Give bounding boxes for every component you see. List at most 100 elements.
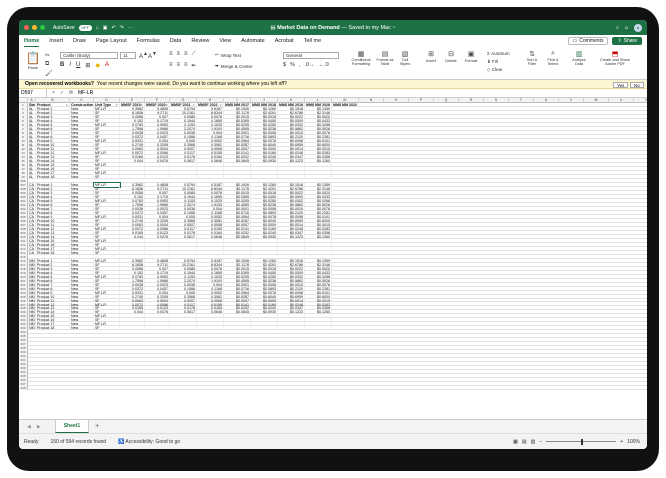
page-layout-icon[interactable]: ▤ bbox=[522, 439, 527, 445]
format-cells-button[interactable]: ▣ Format bbox=[463, 50, 479, 63]
increase-font-icon[interactable]: A▲ bbox=[139, 51, 148, 60]
format-as-table-button[interactable]: ▤ Format as Table bbox=[375, 50, 395, 66]
percent-icon[interactable]: % bbox=[290, 62, 295, 68]
tab-formulas[interactable]: Formulas bbox=[137, 35, 160, 47]
borders-icon[interactable]: ⊞ bbox=[85, 62, 90, 69]
analyze-data-button[interactable]: ▥ Analyze Data bbox=[569, 50, 589, 66]
share-label: Share bbox=[623, 38, 637, 44]
insert-cells-button[interactable]: ⊞ Insert bbox=[423, 50, 439, 63]
conditional-formatting-button[interactable]: ▦ Conditional Formatting bbox=[349, 50, 373, 66]
sheet-nav-arrows[interactable]: ◀▶ bbox=[27, 424, 47, 430]
avatar[interactable]: ● bbox=[634, 23, 642, 32]
zoom-slider[interactable] bbox=[546, 438, 617, 445]
ribbon-home: 📋 Paste ✂ ⧉ 🖌 Calibri (Body) 11 A▲ A▼ B … bbox=[19, 47, 647, 80]
tab-page-layout[interactable]: Page Layout bbox=[96, 35, 127, 47]
zoom-out-icon[interactable]: − bbox=[539, 439, 542, 445]
add-sheet-button[interactable]: + bbox=[95, 423, 99, 430]
comments-button[interactable]: ▭ Comments bbox=[567, 37, 609, 45]
cut-icon[interactable]: ✂ bbox=[45, 52, 50, 59]
normal-view-icon[interactable]: ▦ bbox=[513, 439, 518, 445]
redo-icon[interactable]: ↷ bbox=[120, 25, 124, 31]
align-right-icon[interactable]: ≡ bbox=[184, 62, 188, 69]
align-middle-icon[interactable]: ≡ bbox=[177, 51, 181, 58]
row-header[interactable]: 648 bbox=[19, 386, 28, 390]
tab-acrobat[interactable]: Acrobat bbox=[275, 35, 294, 47]
comma-icon[interactable]: , bbox=[299, 62, 301, 68]
align-top-icon[interactable]: ≡ bbox=[169, 51, 173, 58]
align-bottom-icon[interactable]: ≡ bbox=[184, 51, 188, 58]
copy-icon[interactable]: ⧉ bbox=[45, 61, 49, 68]
paste-button[interactable]: 📋 Paste bbox=[25, 51, 41, 70]
save-icon[interactable]: ▣ bbox=[103, 25, 108, 31]
search-icon[interactable]: ⌕ bbox=[616, 25, 619, 31]
underline-icon[interactable]: U bbox=[76, 62, 80, 69]
table-row: 648 bbox=[19, 386, 647, 390]
zoom-window-button[interactable] bbox=[40, 25, 45, 30]
zoom-slider-knob[interactable] bbox=[581, 438, 583, 445]
decrease-font-icon[interactable]: A▼ bbox=[148, 51, 157, 60]
tab-draw[interactable]: Draw bbox=[73, 35, 86, 47]
cell-styles-button[interactable]: ▧ Cell Styles bbox=[397, 50, 413, 66]
page-break-icon[interactable]: ▥ bbox=[531, 439, 536, 445]
share-button[interactable]: ⇪ Share bbox=[612, 37, 642, 45]
tab-review[interactable]: Review bbox=[191, 35, 209, 47]
tab-home[interactable]: Home bbox=[24, 35, 40, 47]
minimize-window-button[interactable] bbox=[32, 25, 37, 30]
name-box[interactable]: D597 bbox=[19, 88, 47, 98]
formula-input[interactable]: MF-LR bbox=[78, 90, 93, 96]
fill-button[interactable]: ⬇ Fill bbox=[487, 58, 510, 66]
find-select-button[interactable]: ⌕ Find & Select bbox=[544, 50, 562, 66]
wrap-text-button[interactable]: ↩ Wrap Text bbox=[215, 52, 241, 58]
indent-icon[interactable]: ⇤ bbox=[192, 62, 197, 69]
autosum-button[interactable]: Σ AutoSum bbox=[487, 50, 510, 58]
fill-icon: ⬇ bbox=[487, 59, 491, 64]
autosave-toggle[interactable]: OFF bbox=[78, 24, 92, 31]
tab-insert[interactable]: Insert bbox=[49, 35, 63, 47]
merge-center-button[interactable]: ⬌ Merge & Center bbox=[215, 63, 253, 69]
clear-button[interactable]: ◇ Clear bbox=[487, 66, 510, 74]
tab-tell-me[interactable]: Tell me bbox=[304, 35, 321, 47]
infobar-no-button[interactable]: No bbox=[630, 81, 644, 88]
sort-filter-button[interactable]: ⇅ Sort & Filter bbox=[523, 50, 541, 66]
fill-color-icon[interactable]: ◆ bbox=[95, 62, 100, 69]
sort-filter-icon: ⇅ bbox=[529, 51, 535, 58]
tab-data[interactable]: Data bbox=[170, 35, 182, 47]
font-name-select[interactable]: Calibri (Body) bbox=[60, 52, 118, 59]
italic-icon[interactable]: I bbox=[69, 62, 71, 69]
zoom-in-icon[interactable]: + bbox=[620, 439, 623, 445]
home-icon[interactable]: ⌂ bbox=[96, 25, 99, 31]
more-icon[interactable]: ⋯ bbox=[128, 25, 133, 31]
format-cells-icon: ▣ bbox=[467, 51, 475, 58]
tab-view[interactable]: View bbox=[219, 35, 231, 47]
align-left-icon[interactable]: ≡ bbox=[169, 62, 173, 69]
font-color-icon[interactable]: A bbox=[105, 62, 109, 69]
cancel-icon[interactable]: × bbox=[52, 90, 55, 96]
close-window-button[interactable] bbox=[24, 25, 29, 30]
orientation-icon[interactable]: ⟋ bbox=[192, 51, 196, 58]
font-size-select[interactable]: 11 bbox=[120, 52, 136, 59]
align-center-icon[interactable]: ≡ bbox=[177, 62, 181, 69]
adobe-pdf-label: Create and Share Adobe PDF bbox=[600, 58, 630, 66]
currency-icon[interactable]: $ bbox=[283, 62, 286, 68]
spreadsheet-grid[interactable]: ABCDEFGHIJKLMNOPQRSTUVWXY 1State▾Product… bbox=[19, 98, 647, 419]
autosum-label: AutoSum bbox=[491, 51, 510, 56]
infobar-yes-button[interactable]: Yes bbox=[613, 81, 629, 88]
decrease-decimal-icon[interactable]: ←.0 bbox=[319, 62, 329, 68]
smiley-icon[interactable]: ☺ bbox=[624, 25, 629, 31]
delete-label: Delete bbox=[445, 58, 457, 63]
fx-icon[interactable]: fx bbox=[69, 90, 73, 96]
increase-decimal-icon[interactable]: .0→ bbox=[304, 62, 314, 68]
delete-cells-button[interactable]: ⊟ Delete bbox=[443, 50, 459, 63]
confirm-icon[interactable]: ✓ bbox=[60, 90, 64, 96]
bold-icon[interactable]: B bbox=[60, 62, 64, 69]
number-format-select[interactable]: General bbox=[283, 52, 339, 59]
format-painter-icon[interactable]: 🖌 bbox=[45, 70, 53, 77]
accessibility-status[interactable]: ♿ Accessibility: Good to go bbox=[118, 439, 180, 445]
font-style-group: B I U ⊞ ◆ A bbox=[60, 62, 109, 69]
zoom-level[interactable]: 100% bbox=[627, 439, 640, 445]
infobar-title: Open recovered workbooks? bbox=[25, 81, 94, 87]
sheet-tab-sheet1[interactable]: Sheet1 bbox=[54, 420, 90, 433]
adobe-pdf-button[interactable]: ⬒ Create and Share Adobe PDF bbox=[595, 50, 635, 66]
tab-automate[interactable]: Automate bbox=[241, 35, 265, 47]
undo-icon[interactable]: ↶ bbox=[111, 25, 115, 31]
